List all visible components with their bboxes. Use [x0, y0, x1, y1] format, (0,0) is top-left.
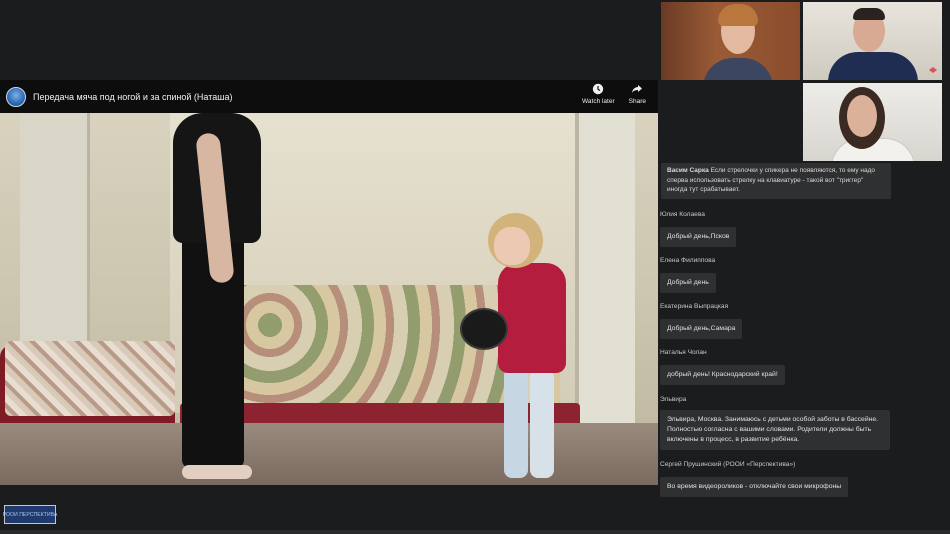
- chat-author: Екатерина Выпрацкая: [660, 303, 729, 310]
- chat-author: Эльвира: [660, 396, 687, 403]
- clock-icon: [593, 83, 604, 95]
- chat-bubble: Добрый день,Самара: [660, 319, 743, 339]
- child-figure: [460, 213, 575, 483]
- bottom-divider: [0, 530, 950, 534]
- chat-message: Эльвира Эльвира, Москва. Занимаюсь с дет…: [660, 396, 890, 450]
- conference-window: Передача мяча под ногой и за спиной (Нат…: [0, 0, 950, 534]
- chat-author: Сергей Прушинский (РООИ «Перспектива»): [660, 461, 796, 468]
- pin-icon[interactable]: [928, 66, 938, 74]
- chat-message: Юлия Колаева Добрый день,Псков: [660, 211, 737, 247]
- chat-author: Елена Филиппова: [660, 257, 716, 264]
- participant-video-1[interactable]: [661, 2, 800, 80]
- chat-panel[interactable]: Васим Сарка Если стрелочки у спикера не …: [658, 163, 950, 503]
- shared-video-player[interactable]: Передача мяча под ногой и за спиной (Нат…: [0, 80, 658, 485]
- share-label: Share: [628, 98, 646, 105]
- video-title-bar: Передача мяча под ногой и за спиной (Нат…: [0, 80, 658, 113]
- participant-video-3[interactable]: [803, 83, 942, 161]
- chat-message-pinned: Васим Сарка Если стрелочки у спикера не …: [661, 163, 891, 199]
- watch-later-label: Watch later: [582, 98, 615, 105]
- chat-author: Наталья Чолан: [660, 349, 707, 356]
- door-right: [575, 113, 635, 423]
- chat-author: Юлия Колаева: [660, 211, 705, 218]
- video-actions: Watch later Share: [582, 83, 646, 105]
- watch-later-button[interactable]: Watch later: [582, 83, 615, 105]
- chat-bubble: Эльвира, Москва. Занимаюсь с детьми особ…: [660, 410, 890, 450]
- channel-logo-icon[interactable]: [6, 86, 26, 107]
- adult-figure: [168, 113, 268, 485]
- ball: [460, 308, 508, 350]
- chat-message: Сергей Прушинский (РООИ «Перспектива») В…: [660, 461, 849, 497]
- video-title[interactable]: Передача мяча под ногой и за спиной (Нат…: [33, 92, 232, 102]
- chat-author: Васим Сарка: [667, 167, 709, 174]
- chat-message: Елена Филиппова Добрый день: [660, 257, 716, 293]
- share-button[interactable]: Share: [629, 83, 646, 105]
- blanket: [5, 341, 175, 416]
- organization-logo: РООИ ПЕРСПЕКТИВА: [3, 505, 57, 524]
- chat-bubble: Добрый день,Псков: [660, 227, 737, 247]
- chat-message: Наталья Чолан добрый день! Краснодарский…: [660, 349, 785, 385]
- chat-bubble: Во время видеороликов - отключайте свои …: [660, 477, 849, 497]
- chat-bubble: добрый день! Краснодарский край!: [660, 365, 785, 385]
- participant-video-2[interactable]: [803, 2, 942, 80]
- door-left: [20, 113, 90, 373]
- video-frame: [0, 113, 658, 485]
- chat-bubble: Добрый день: [660, 273, 716, 293]
- share-arrow-icon: [632, 85, 643, 93]
- chat-message: Екатерина Выпрацкая Добрый день,Самара: [660, 303, 743, 339]
